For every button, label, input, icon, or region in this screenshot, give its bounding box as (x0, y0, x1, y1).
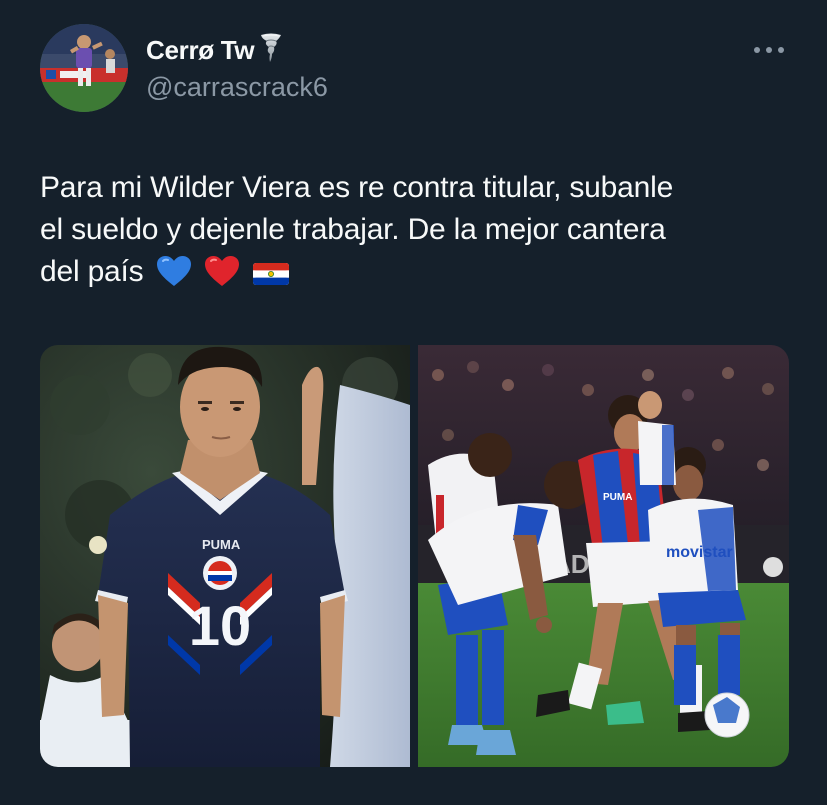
more-options-icon (754, 47, 784, 53)
tweet-text-line: el sueldo y dejenle trabajar. De la mejo… (40, 213, 666, 246)
tweet-text-line: Para mi Wilder Viera es re contra titula… (40, 171, 674, 204)
media-grid: PUMA 10 PUMA movistar (40, 345, 789, 767)
svg-text:PUMA: PUMA (202, 537, 241, 552)
player-portrait-photo[interactable]: PUMA 10 (40, 345, 410, 767)
more-options-button[interactable] (752, 38, 786, 62)
avatar-image (40, 24, 128, 112)
red-heart-icon (204, 255, 240, 299)
jersey-number: 10 (189, 594, 251, 657)
tweet-card: Cerrø Tw @carrascrack6 Para mi Wilder Vi… (0, 0, 827, 805)
match-action-photo[interactable]: TAD (418, 345, 789, 767)
sponsor-text: movistar (666, 544, 733, 561)
paraguay-flag-icon (252, 257, 290, 299)
tweet-text-segment: del país (40, 255, 144, 288)
tweet-text-line: del país (40, 251, 790, 299)
tweet-text: Para mi Wilder Viera es re contra titula… (40, 167, 790, 299)
author-display-name[interactable]: Cerrø Tw (146, 35, 255, 66)
tornado-icon (260, 32, 282, 69)
author-name-row: Cerrø Tw (146, 32, 282, 69)
svg-text:PUMA: PUMA (603, 492, 632, 503)
author-handle[interactable]: @carrascrack6 (146, 72, 328, 103)
blue-heart-icon (156, 255, 192, 299)
author-avatar[interactable] (40, 24, 128, 112)
